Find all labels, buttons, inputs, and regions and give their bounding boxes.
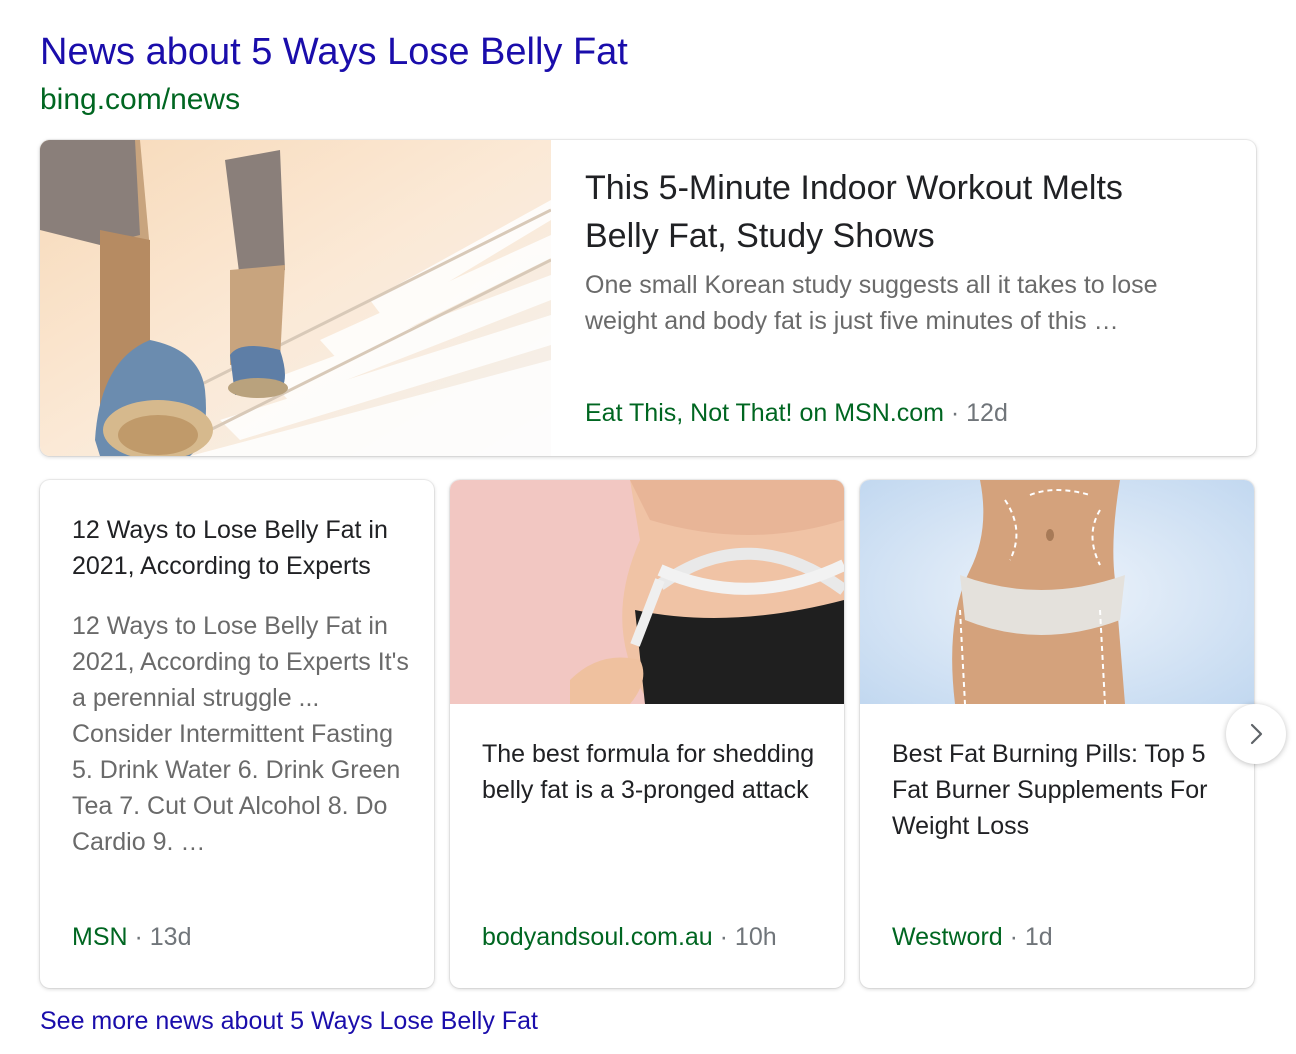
news-source: Westword [892, 923, 1003, 951]
news-age: · 10h [712, 923, 777, 951]
news-card[interactable]: 12 Ways to Lose Belly Fat in 2021, Accor… [40, 480, 434, 988]
news-card[interactable]: Best Fat Burning Pills: Top 5 Fat Burner… [860, 480, 1254, 988]
news-source: Eat This, Not That! on MSN.com [585, 399, 944, 427]
news-card-meta: MSN · 13d [72, 920, 192, 954]
news-card-image[interactable] [450, 480, 844, 704]
news-card-snippet: 12 Ways to Lose Belly Fat in 2021, Accor… [72, 612, 409, 856]
chevron-right-icon [1250, 723, 1263, 745]
news-card-meta: Westword · 1d [892, 920, 1053, 954]
news-source: MSN [72, 923, 128, 951]
news-age: · 13d [127, 923, 192, 951]
carousel-next-button[interactable] [1226, 704, 1286, 764]
news-card-image[interactable] [860, 480, 1254, 704]
news-source: bodyandsoul.com.au [482, 923, 713, 951]
featured-news-image[interactable] [40, 140, 551, 456]
featured-news-meta: Eat This, Not That! on MSN.com · 12d [585, 396, 1008, 430]
news-source-url: bing.com/news [40, 83, 241, 116]
featured-news-card[interactable]: This 5-Minute Indoor Workout Melts Belly… [40, 140, 1256, 456]
featured-news-title[interactable]: This 5-Minute Indoor Workout Melts Belly… [585, 164, 1205, 260]
news-card-meta: bodyandsoul.com.au · 10h [482, 920, 777, 954]
news-card[interactable]: The best formula for shedding belly fat … [450, 480, 844, 988]
featured-news-snippet: One small Korean study suggests all it t… [585, 271, 1158, 335]
news-heading-link[interactable]: News about 5 Ways Lose Belly Fat [40, 28, 628, 76]
news-card-title[interactable]: Best Fat Burning Pills: Top 5 Fat Burner… [892, 736, 1232, 844]
see-more-news-link[interactable]: See more news about 5 Ways Lose Belly Fa… [40, 1004, 538, 1038]
news-card-title[interactable]: 12 Ways to Lose Belly Fat in 2021, Accor… [72, 512, 412, 584]
news-age: · 12d [943, 399, 1008, 427]
news-card-title[interactable]: The best formula for shedding belly fat … [482, 736, 822, 808]
news-age: · 1d [1002, 923, 1053, 951]
